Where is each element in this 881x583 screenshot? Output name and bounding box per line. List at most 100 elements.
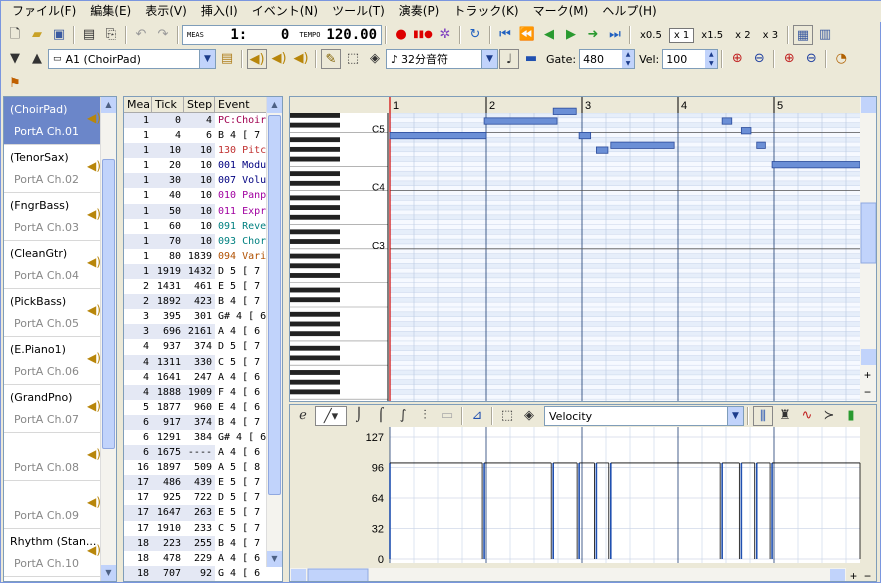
scurve-icon[interactable]: ∫ (393, 406, 413, 426)
speed-option[interactable]: x 1 (668, 27, 695, 43)
event-row[interactable]: 4 1888 1909 F 4 [ 6 (124, 384, 282, 400)
event-row[interactable]: 2 1431 461 E 5 [ 7 (124, 279, 282, 295)
menu-item[interactable]: ファイル(F) (5, 2, 83, 21)
level-meter-icon[interactable]: ▮ (841, 406, 861, 426)
note-block[interactable] (595, 146, 609, 154)
event-row[interactable]: 1 30 10 007 Volu (124, 173, 282, 189)
fast-forward-end-icon[interactable]: ⏭ (605, 25, 625, 45)
note-block[interactable] (610, 141, 675, 149)
quantize-select[interactable]: ♪ 32分音符 ▼ (386, 49, 498, 69)
black-key[interactable] (290, 113, 340, 118)
spin-icon[interactable]: ▲ ▼ (622, 50, 635, 68)
black-key[interactable] (290, 214, 340, 220)
track-settings-icon[interactable]: ▤ (217, 49, 237, 69)
black-key[interactable] (290, 239, 340, 244)
rewind-icon[interactable]: ⏪ (517, 25, 537, 45)
speaker-icon[interactable]: ◀) (247, 49, 267, 69)
track-select[interactable]: ▭ A1 (ChoirPad) ▼ (48, 49, 216, 69)
zoom-minus-icon[interactable]: − (864, 385, 871, 399)
pause-record-icon[interactable]: ▮▮● (413, 25, 433, 45)
black-key[interactable] (290, 137, 340, 143)
event-row[interactable]: 17 925 722 D 5 [ 7 (124, 490, 282, 506)
tool-extra-icon[interactable]: ◔ (831, 49, 851, 69)
select-rect-icon[interactable]: ⬚ (497, 406, 517, 426)
step-tool-icon[interactable]: ⊿ (467, 406, 487, 426)
random-icon[interactable]: ⫶ (415, 406, 435, 426)
black-key[interactable] (290, 355, 340, 361)
black-key[interactable] (290, 171, 340, 177)
scroll-down-icon[interactable]: ▼ (101, 565, 116, 581)
event-row[interactable]: 5 1877 960 E 4 [ 6 (124, 399, 282, 415)
redo-icon[interactable]: ↷ (153, 25, 173, 45)
track-down-icon[interactable]: ▼ (5, 49, 25, 69)
track-up-icon[interactable]: ▲ (27, 49, 47, 69)
event-row[interactable]: 1 10 10 130 Pitc (124, 143, 282, 159)
fill-icon[interactable]: ▭ (437, 406, 457, 426)
undo-icon[interactable]: ↶ (131, 25, 151, 45)
rewind-start-icon[interactable]: ⏮ (495, 25, 515, 45)
event-scrollbar[interactable]: ▲ ▼ (266, 97, 282, 567)
event-row[interactable]: 1 70 10 093 Chor (124, 233, 282, 249)
zoom-out-v-icon[interactable]: ⊖ (749, 49, 769, 69)
speed-option[interactable]: x 2 (730, 28, 755, 43)
black-key[interactable] (290, 370, 340, 375)
menu-item[interactable]: 表示(V) (138, 2, 194, 21)
record-icon[interactable]: ● (391, 25, 411, 45)
menu-item[interactable]: 編集(E) (83, 2, 138, 21)
scroll-up-icon[interactable] (861, 97, 876, 113)
zoom-plus-icon[interactable]: + (864, 368, 871, 382)
event-row[interactable]: 187991119A 4 [ 6 (124, 580, 282, 581)
vel-input[interactable]: 100 ▲ ▼ (662, 49, 719, 69)
event-row[interactable]: 6 1675 ---- A 4 [ 6 (124, 445, 282, 461)
event-row[interactable]: 4 1641 247 A 4 [ 6 (124, 369, 282, 385)
properties-icon[interactable]: ▤ (79, 25, 99, 45)
black-key[interactable] (290, 146, 340, 152)
scroll-thumb[interactable] (102, 159, 115, 449)
menu-item[interactable]: イベント(N) (245, 2, 325, 21)
scroll-down-icon[interactable] (861, 349, 876, 365)
black-key[interactable] (290, 331, 340, 337)
menu-item[interactable]: 挿入(I) (194, 2, 245, 21)
scroll-thumb[interactable] (860, 202, 876, 264)
col-tick[interactable]: Tick (152, 97, 184, 112)
zoom-plus-icon[interactable]: + (850, 569, 857, 582)
play-icon[interactable]: ▶ (561, 25, 581, 45)
curve1-icon[interactable]: ⌡ (349, 406, 369, 426)
scroll-up-icon[interactable]: ▲ (267, 97, 282, 113)
view-list-icon[interactable]: ▦ (793, 25, 814, 45)
controller-select[interactable]: Velocity ▼ (544, 406, 744, 426)
line-tool-icon[interactable]: ╱▾ (315, 406, 347, 426)
col-step[interactable]: Step (184, 97, 215, 112)
black-key[interactable] (290, 263, 340, 269)
event-row[interactable]: 18 707 92 G 4 [ 6 (124, 565, 282, 581)
stamp-icon[interactable]: ♜ (775, 406, 795, 426)
event-row[interactable]: 4 937 374 D 5 [ 7 (124, 339, 282, 355)
event-row[interactable]: 17 486 439 E 5 [ 7 (124, 475, 282, 491)
spin-icon[interactable]: ▲ ▼ (705, 50, 718, 68)
event-row[interactable]: 18 478 229 A 4 [ 6 (124, 550, 282, 566)
note-bar-icon[interactable]: ▬ (521, 49, 541, 69)
event-row[interactable]: 4 1311 330 C 5 [ 7 (124, 354, 282, 370)
marker-tool-icon[interactable]: ⚑ (5, 74, 25, 94)
scroll-left-icon[interactable] (291, 569, 306, 582)
track-scrollbar[interactable]: ▲ ▼ (100, 97, 116, 581)
black-key[interactable] (290, 273, 340, 278)
black-key[interactable] (290, 321, 340, 327)
event-row[interactable]: 6 1291 384 G# 4 [ 6 (124, 429, 282, 446)
view-chart-icon[interactable]: ▥ (815, 25, 835, 45)
event-row[interactable]: 6 917 374 B 4 [ 7 (124, 414, 282, 430)
menu-item[interactable]: マーク(M) (526, 2, 596, 21)
loop-icon[interactable]: ↻ (465, 25, 485, 45)
curve2-icon[interactable]: ⌠ (371, 406, 391, 426)
piano-roll[interactable]: C5 C4 C3 1 2 3 4 5 + − (289, 96, 877, 402)
black-key[interactable] (290, 389, 340, 395)
metronome-icon[interactable]: ✲ (435, 25, 455, 45)
event-row[interactable]: 1 40 10 010 Panp (124, 188, 282, 204)
event-row[interactable]: 1 50 10 011 Expr (124, 203, 282, 219)
pencil-icon[interactable]: ✎ (321, 49, 341, 69)
menu-item[interactable]: ツール(T) (325, 2, 392, 21)
measure-ruler[interactable] (290, 97, 877, 113)
eraser-icon[interactable]: ◈ (365, 49, 385, 69)
col-event[interactable]: Event (215, 97, 269, 112)
note-length-icon[interactable]: ♩ (499, 49, 519, 69)
